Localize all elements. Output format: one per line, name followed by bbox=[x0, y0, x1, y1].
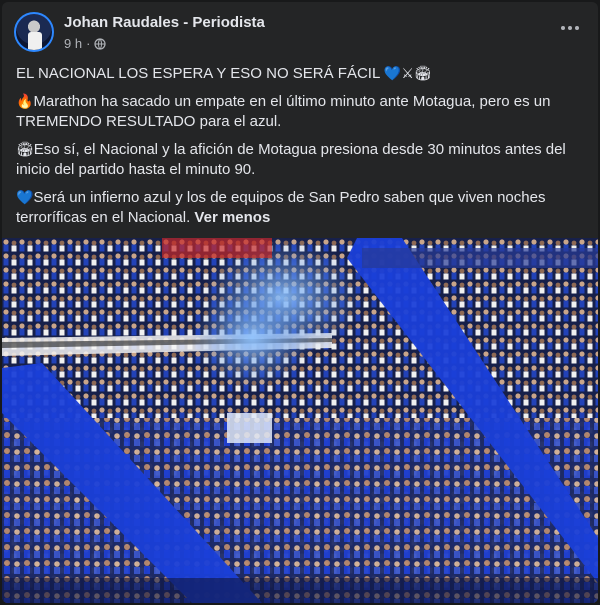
post-meta: 9 h · bbox=[64, 36, 107, 51]
post-photo[interactable] bbox=[2, 238, 598, 603]
post-header: Johan Raudales - Periodista 9 h · bbox=[14, 12, 586, 56]
paragraph: 🔥Marathon ha sacado un empate en el últi… bbox=[16, 92, 584, 132]
dot-icon bbox=[568, 26, 572, 30]
paragraph: 💙Será un infierno azul y los de equipos … bbox=[16, 188, 584, 228]
headline-emojis: 💙⚔🏟 bbox=[383, 66, 432, 82]
dot-icon bbox=[561, 26, 565, 30]
headline-text: EL NACIONAL LOS ESPERA Y ESO NO SERÁ FÁC… bbox=[16, 65, 380, 82]
crowd-photo bbox=[2, 238, 598, 603]
blue-heart-icon: 💙 bbox=[16, 190, 34, 206]
stadium-icon: 🏟 bbox=[16, 142, 34, 158]
post-headline: EL NACIONAL LOS ESPERA Y ESO NO SERÁ FÁC… bbox=[16, 64, 584, 84]
more-options-button[interactable] bbox=[554, 16, 586, 40]
paragraph: 🏟Eso sí, el Nacional y la afición de Mot… bbox=[16, 140, 584, 180]
fire-icon: 🔥 bbox=[16, 94, 34, 110]
paragraph-text: Marathon ha sacado un empate en el últim… bbox=[16, 93, 551, 130]
meta-separator: · bbox=[86, 36, 91, 51]
paragraph-text: Será un infierno azul y los de equipos d… bbox=[16, 189, 546, 226]
author-name[interactable]: Johan Raudales - Periodista bbox=[64, 14, 265, 31]
globe-icon[interactable] bbox=[94, 37, 107, 50]
post-time[interactable]: 9 h bbox=[64, 36, 82, 51]
dot-icon bbox=[575, 26, 579, 30]
post-card: Johan Raudales - Periodista 9 h · EL NAC… bbox=[2, 2, 598, 603]
post-text: EL NACIONAL LOS ESPERA Y ESO NO SERÁ FÁC… bbox=[16, 64, 584, 236]
avatar[interactable] bbox=[14, 12, 54, 52]
paragraph-text: Eso sí, el Nacional y la afición de Mota… bbox=[16, 141, 566, 178]
see-less-link[interactable]: Ver menos bbox=[194, 209, 270, 226]
